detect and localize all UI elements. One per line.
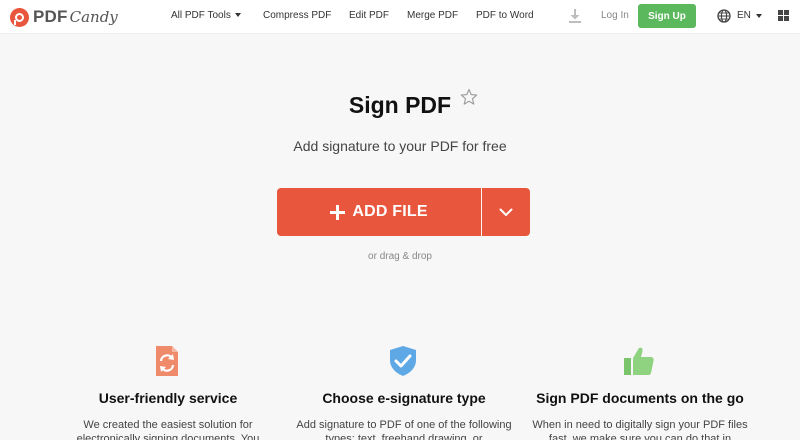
- caret-down-icon: [234, 13, 241, 18]
- nav-compress-pdf[interactable]: Compress PDF: [263, 10, 331, 21]
- page-title: Sign PDF: [348, 92, 452, 118]
- logo-pdf-text: PDF: [33, 7, 68, 26]
- windows-pane: [778, 16, 783, 21]
- nav-merge-pdf[interactable]: Merge PDF: [407, 10, 458, 21]
- candy-logo-icon: [10, 7, 29, 27]
- nav-all-pdf-tools[interactable]: All PDF Tools: [171, 10, 241, 21]
- add-file-options-button[interactable]: [482, 188, 530, 236]
- favorite-star-icon[interactable]: [460, 88, 478, 106]
- windows-pane: [784, 16, 789, 21]
- feature-description: Add signature to PDF of one of the follo…: [296, 419, 512, 440]
- globe-icon[interactable]: [717, 9, 731, 23]
- login-link[interactable]: Log In: [601, 10, 629, 21]
- pdfcandy-logo[interactable]: PDF Candy: [10, 5, 118, 29]
- nav-pdf-to-word[interactable]: PDF to Word: [476, 10, 534, 21]
- windows-pane: [778, 10, 783, 15]
- feature-description: When in need to digitally sign your PDF …: [532, 419, 748, 440]
- feature-description: We created the easiest solution for elec…: [76, 419, 260, 440]
- signup-button[interactable]: Sign Up: [638, 4, 696, 28]
- add-file-label: ADD FILE: [352, 203, 428, 220]
- add-file-button[interactable]: ADD FILE: [277, 188, 481, 236]
- feature-title: Sign PDF documents on the go: [536, 390, 744, 406]
- feature-title: User-friendly service: [98, 390, 238, 406]
- logo-candy-text: Candy: [69, 8, 118, 26]
- refresh-document-icon: [156, 346, 178, 376]
- chevron-down-icon: [499, 208, 513, 216]
- language-selector[interactable]: EN: [737, 10, 751, 21]
- nav-all-pdf-tools-label: All PDF Tools: [171, 10, 231, 21]
- language-caret-icon: [756, 14, 762, 18]
- drag-drop-hint: or drag & drop: [368, 251, 432, 262]
- page-subtitle: Add signature to your PDF for free: [293, 138, 507, 154]
- windows-pane: [784, 10, 789, 15]
- feature-title: Choose e-signature type: [322, 390, 486, 406]
- shield-check-icon: [390, 346, 416, 376]
- nav-edit-pdf[interactable]: Edit PDF: [349, 10, 389, 21]
- top-header: PDF Candy All PDF Tools Compress PDF Edi…: [0, 0, 800, 34]
- plus-icon: [330, 204, 346, 220]
- download-icon[interactable]: [568, 8, 582, 24]
- windows-app-icon[interactable]: [778, 10, 790, 22]
- thumbs-up-icon: [624, 347, 654, 375]
